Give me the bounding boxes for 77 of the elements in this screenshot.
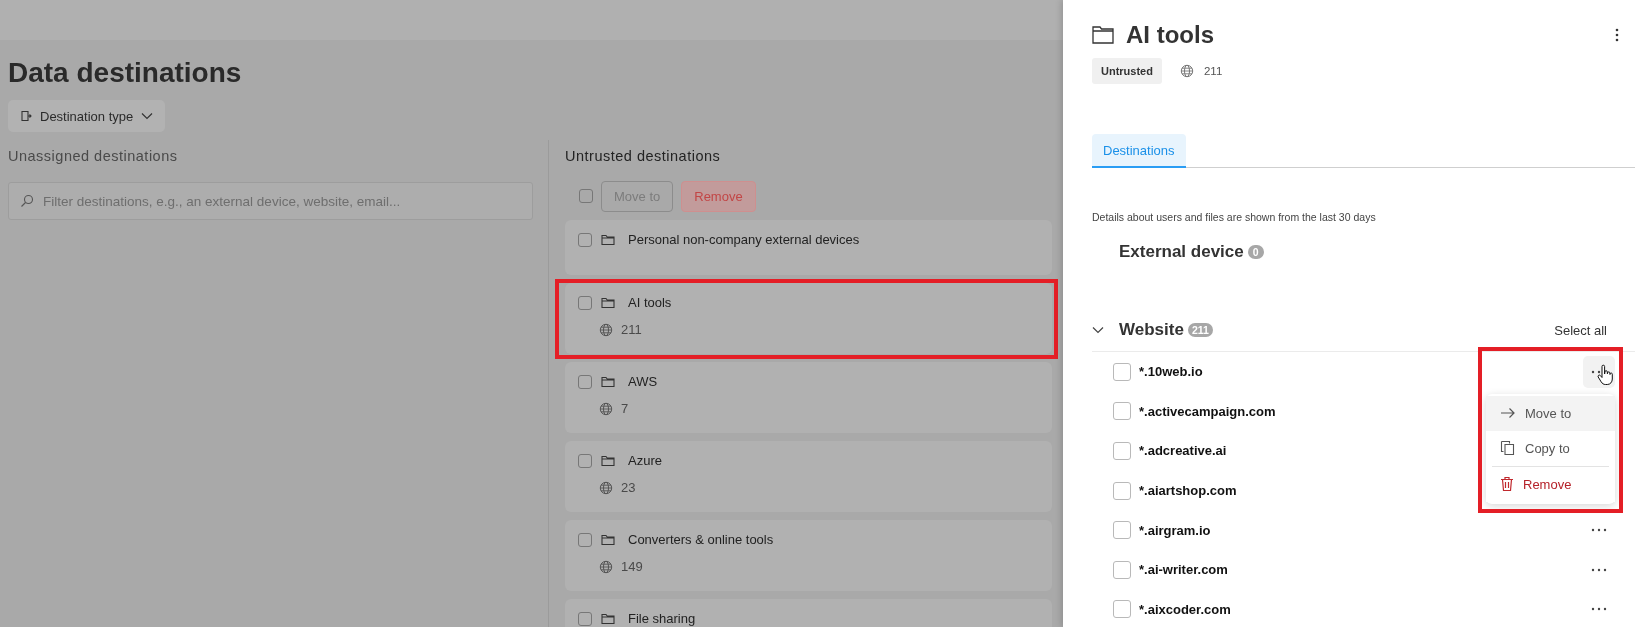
destination-name: *.adcreative.ai	[1139, 443, 1227, 459]
folder-icon	[601, 296, 615, 309]
destination-count: 149	[621, 559, 643, 574]
menu-item[interactable]: Copy to	[1486, 430, 1615, 466]
menu-item[interactable]: Remove	[1486, 466, 1615, 502]
destination-count: 211	[1203, 65, 1223, 77]
destination-checkbox[interactable]	[1113, 521, 1131, 540]
folder-icon	[601, 454, 615, 467]
destination-name: *.10web.io	[1139, 364, 1203, 380]
destination-name: *.airgram.io	[1139, 522, 1211, 538]
section-title: External device	[1119, 242, 1244, 262]
globe-icon	[599, 401, 613, 416]
group-name: Converters & online tools	[628, 532, 774, 547]
destination-checkbox[interactable]	[1113, 402, 1131, 421]
page-title: Data destinations	[8, 56, 242, 90]
destination-checkbox[interactable]	[1113, 442, 1131, 460]
group-name: AI tools	[628, 295, 672, 310]
destination-group-card[interactable]: File sharing	[565, 599, 1052, 627]
menu-item[interactable]: Move to	[1486, 395, 1615, 431]
destination-checkbox[interactable]	[1113, 362, 1131, 381]
group-name: Azure	[628, 453, 662, 468]
group-checkbox[interactable]	[578, 453, 592, 468]
folder-icon	[601, 233, 615, 246]
group-name: Personal non-company external devices	[628, 232, 860, 247]
destination-checkbox[interactable]	[1113, 481, 1131, 500]
destination-group-card[interactable]: Azure 23	[565, 441, 1052, 512]
arrow-right-icon	[1500, 407, 1516, 420]
destination-name: *.aiartshop.com	[1139, 483, 1237, 499]
search-icon	[20, 194, 34, 208]
globe-icon	[599, 559, 613, 574]
hand-cursor-icon	[1597, 363, 1613, 386]
destination-group-card[interactable]: Converters & online tools 149	[565, 520, 1052, 591]
destination-name: *.ai-writer.com	[1139, 562, 1228, 578]
destination-name: *.activecampaign.com	[1139, 403, 1276, 419]
globe-icon	[599, 480, 613, 495]
count-badge: 0	[1247, 245, 1264, 259]
ellipsis-icon	[1591, 567, 1607, 572]
globe-icon	[1179, 64, 1194, 78]
group-checkbox[interactable]	[578, 611, 592, 626]
column-heading: Untrusted destinations	[565, 148, 722, 166]
globe-icon	[599, 322, 613, 337]
folder-icon	[601, 533, 615, 546]
destination-count: 7	[621, 401, 629, 416]
group-checkbox[interactable]	[578, 532, 592, 547]
chevron-down-icon	[141, 112, 154, 120]
status-badge: Untrusted	[1092, 58, 1162, 84]
ellipsis-icon	[1591, 528, 1607, 533]
select-all-checkbox[interactable]	[579, 189, 593, 203]
destination-type-filter[interactable]: Destination type	[8, 100, 166, 132]
destination-group-card[interactable]: AWS 7	[565, 362, 1052, 433]
destination-checkbox[interactable]	[1113, 560, 1131, 579]
section-title: Website	[1119, 320, 1184, 340]
group-checkbox[interactable]	[578, 232, 592, 247]
destination-count: 211	[621, 322, 642, 337]
folder-icon	[601, 612, 615, 625]
search-field[interactable]: Filter destinations, e.g., an external device, website, email...	[8, 182, 533, 220]
filter-type-icon	[20, 110, 32, 122]
kebab-menu-icon	[1615, 28, 1619, 42]
column-heading: Unassigned destinations	[8, 148, 179, 166]
group-name: AWS	[628, 374, 658, 389]
destination-checkbox[interactable]	[1113, 600, 1131, 619]
ellipsis-icon	[1591, 607, 1607, 612]
destination-count: 23	[621, 480, 636, 495]
chevron-down-icon[interactable]	[1092, 326, 1104, 334]
select-all-link[interactable]: Select all	[1554, 322, 1607, 338]
group-checkbox[interactable]	[578, 295, 592, 310]
copy-icon	[1500, 440, 1516, 457]
group-checkbox[interactable]	[578, 374, 592, 389]
count-badge: 211	[1187, 323, 1213, 337]
folder-icon	[601, 375, 615, 388]
destination-group-card[interactable]: Personal non-company external devices	[565, 220, 1052, 275]
folder-icon	[1092, 26, 1114, 44]
destination-name: *.aixcoder.com	[1139, 601, 1231, 617]
trash-icon	[1500, 476, 1514, 493]
panel-title: AI tools	[1126, 21, 1214, 49]
info-note: Details about users and files are shown from the last 30 days	[1092, 211, 1377, 223]
group-name: File sharing	[628, 611, 696, 626]
